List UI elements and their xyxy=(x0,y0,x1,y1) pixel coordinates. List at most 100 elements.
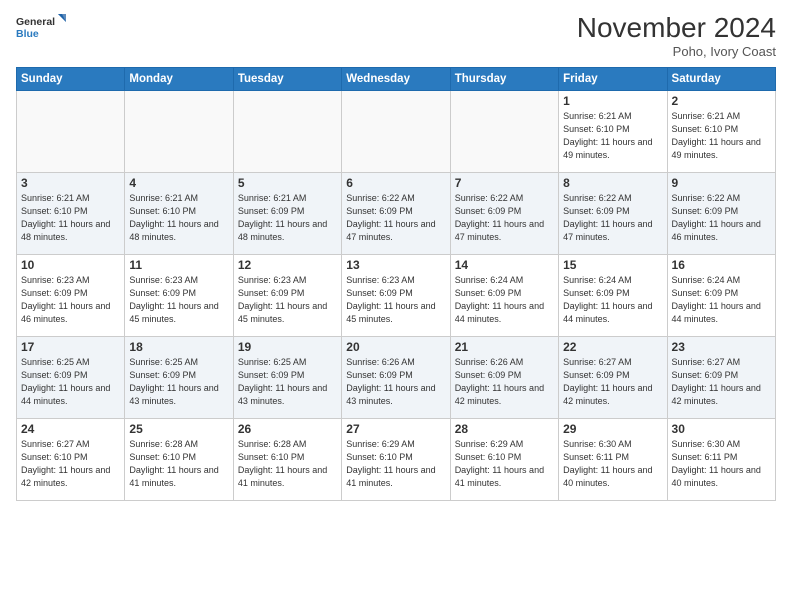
day-number: 22 xyxy=(563,340,662,354)
day-info: Sunrise: 6:22 AM Sunset: 6:09 PM Dayligh… xyxy=(346,192,445,244)
header-sunday: Sunday xyxy=(17,68,125,91)
logo: General Blue xyxy=(16,12,66,44)
table-row: 26 Sunrise: 6:28 AM Sunset: 6:10 PM Dayli… xyxy=(233,419,341,501)
day-number: 12 xyxy=(238,258,337,272)
table-row: 9 Sunrise: 6:22 AM Sunset: 6:09 PM Daylig… xyxy=(667,173,775,255)
day-number: 23 xyxy=(672,340,771,354)
day-info: Sunrise: 6:23 AM Sunset: 6:09 PM Dayligh… xyxy=(21,274,120,326)
day-info: Sunrise: 6:23 AM Sunset: 6:09 PM Dayligh… xyxy=(238,274,337,326)
day-info: Sunrise: 6:21 AM Sunset: 6:09 PM Dayligh… xyxy=(238,192,337,244)
calendar-week-row: 1 Sunrise: 6:21 AM Sunset: 6:10 PM Daylig… xyxy=(17,91,776,173)
table-row: 21 Sunrise: 6:26 AM Sunset: 6:09 PM Dayli… xyxy=(450,337,558,419)
table-row: 13 Sunrise: 6:23 AM Sunset: 6:09 PM Dayli… xyxy=(342,255,450,337)
day-info: Sunrise: 6:27 AM Sunset: 6:10 PM Dayligh… xyxy=(21,438,120,490)
logo-svg: General Blue xyxy=(16,12,66,44)
table-row: 6 Sunrise: 6:22 AM Sunset: 6:09 PM Daylig… xyxy=(342,173,450,255)
table-row xyxy=(125,91,233,173)
day-info: Sunrise: 6:22 AM Sunset: 6:09 PM Dayligh… xyxy=(563,192,662,244)
day-info: Sunrise: 6:23 AM Sunset: 6:09 PM Dayligh… xyxy=(129,274,228,326)
day-number: 20 xyxy=(346,340,445,354)
day-number: 27 xyxy=(346,422,445,436)
day-info: Sunrise: 6:26 AM Sunset: 6:09 PM Dayligh… xyxy=(346,356,445,408)
day-info: Sunrise: 6:25 AM Sunset: 6:09 PM Dayligh… xyxy=(21,356,120,408)
table-row: 23 Sunrise: 6:27 AM Sunset: 6:09 PM Dayli… xyxy=(667,337,775,419)
table-row xyxy=(342,91,450,173)
day-number: 17 xyxy=(21,340,120,354)
header-tuesday: Tuesday xyxy=(233,68,341,91)
day-number: 14 xyxy=(455,258,554,272)
day-number: 29 xyxy=(563,422,662,436)
table-row: 29 Sunrise: 6:30 AM Sunset: 6:11 PM Dayli… xyxy=(559,419,667,501)
day-info: Sunrise: 6:29 AM Sunset: 6:10 PM Dayligh… xyxy=(455,438,554,490)
day-number: 19 xyxy=(238,340,337,354)
table-row: 27 Sunrise: 6:29 AM Sunset: 6:10 PM Dayli… xyxy=(342,419,450,501)
table-row: 1 Sunrise: 6:21 AM Sunset: 6:10 PM Daylig… xyxy=(559,91,667,173)
calendar-table: Sunday Monday Tuesday Wednesday Thursday… xyxy=(16,67,776,501)
day-number: 10 xyxy=(21,258,120,272)
day-number: 24 xyxy=(21,422,120,436)
day-info: Sunrise: 6:28 AM Sunset: 6:10 PM Dayligh… xyxy=(238,438,337,490)
table-row: 18 Sunrise: 6:25 AM Sunset: 6:09 PM Dayli… xyxy=(125,337,233,419)
table-row: 19Sunrise: 6:25 AM Sunset: 6:09 PM Dayli… xyxy=(233,337,341,419)
header-thursday: Thursday xyxy=(450,68,558,91)
table-row: 12 Sunrise: 6:23 AM Sunset: 6:09 PM Dayli… xyxy=(233,255,341,337)
table-row: 25 Sunrise: 6:28 AM Sunset: 6:10 PM Dayli… xyxy=(125,419,233,501)
day-number: 21 xyxy=(455,340,554,354)
table-row: 11 Sunrise: 6:23 AM Sunset: 6:09 PM Dayli… xyxy=(125,255,233,337)
day-info: Sunrise: 6:21 AM Sunset: 6:10 PM Dayligh… xyxy=(672,110,771,162)
header-friday: Friday xyxy=(559,68,667,91)
day-number: 7 xyxy=(455,176,554,190)
table-row: 22Sunrise: 6:27 AM Sunset: 6:09 PM Dayli… xyxy=(559,337,667,419)
day-number: 13 xyxy=(346,258,445,272)
day-number: 11 xyxy=(129,258,228,272)
day-info: Sunrise: 6:26 AM Sunset: 6:09 PM Dayligh… xyxy=(455,356,554,408)
day-number: 16 xyxy=(672,258,771,272)
day-number: 4 xyxy=(129,176,228,190)
table-row: 4 Sunrise: 6:21 AM Sunset: 6:10 PM Daylig… xyxy=(125,173,233,255)
day-info: Sunrise: 6:22 AM Sunset: 6:09 PM Dayligh… xyxy=(672,192,771,244)
table-row: 16Sunrise: 6:24 AM Sunset: 6:09 PM Dayli… xyxy=(667,255,775,337)
table-row: 17 Sunrise: 6:25 AM Sunset: 6:09 PM Dayli… xyxy=(17,337,125,419)
calendar-header-row: Sunday Monday Tuesday Wednesday Thursday… xyxy=(17,68,776,91)
day-info: Sunrise: 6:21 AM Sunset: 6:10 PM Dayligh… xyxy=(563,110,662,162)
table-row xyxy=(450,91,558,173)
svg-text:General: General xyxy=(16,16,55,28)
day-number: 28 xyxy=(455,422,554,436)
calendar-week-row: 17 Sunrise: 6:25 AM Sunset: 6:09 PM Dayli… xyxy=(17,337,776,419)
header-saturday: Saturday xyxy=(667,68,775,91)
day-number: 5 xyxy=(238,176,337,190)
day-number: 25 xyxy=(129,422,228,436)
day-number: 8 xyxy=(563,176,662,190)
header-wednesday: Wednesday xyxy=(342,68,450,91)
day-number: 26 xyxy=(238,422,337,436)
table-row: 24 Sunrise: 6:27 AM Sunset: 6:10 PM Dayli… xyxy=(17,419,125,501)
day-info: Sunrise: 6:22 AM Sunset: 6:09 PM Dayligh… xyxy=(455,192,554,244)
day-number: 9 xyxy=(672,176,771,190)
month-title: November 2024 xyxy=(577,12,776,44)
day-info: Sunrise: 6:25 AM Sunset: 6:09 PM Dayligh… xyxy=(129,356,228,408)
day-info: Sunrise: 6:28 AM Sunset: 6:10 PM Dayligh… xyxy=(129,438,228,490)
table-row: 7 Sunrise: 6:22 AM Sunset: 6:09 PM Daylig… xyxy=(450,173,558,255)
day-number: 6 xyxy=(346,176,445,190)
table-row: 2Sunrise: 6:21 AM Sunset: 6:10 PM Daylig… xyxy=(667,91,775,173)
day-number: 1 xyxy=(563,94,662,108)
day-info: Sunrise: 6:29 AM Sunset: 6:10 PM Dayligh… xyxy=(346,438,445,490)
calendar-week-row: 24 Sunrise: 6:27 AM Sunset: 6:10 PM Dayli… xyxy=(17,419,776,501)
day-info: Sunrise: 6:23 AM Sunset: 6:09 PM Dayligh… xyxy=(346,274,445,326)
calendar-week-row: 10 Sunrise: 6:23 AM Sunset: 6:09 PM Dayli… xyxy=(17,255,776,337)
day-info: Sunrise: 6:21 AM Sunset: 6:10 PM Dayligh… xyxy=(21,192,120,244)
header-monday: Monday xyxy=(125,68,233,91)
page-header: General Blue November 2024 Poho, Ivory C… xyxy=(16,12,776,59)
table-row: 28 Sunrise: 6:29 AM Sunset: 6:10 PM Dayli… xyxy=(450,419,558,501)
day-number: 15 xyxy=(563,258,662,272)
day-info: Sunrise: 6:30 AM Sunset: 6:11 PM Dayligh… xyxy=(563,438,662,490)
title-area: November 2024 Poho, Ivory Coast xyxy=(577,12,776,59)
day-info: Sunrise: 6:27 AM Sunset: 6:09 PM Dayligh… xyxy=(672,356,771,408)
day-number: 18 xyxy=(129,340,228,354)
day-info: Sunrise: 6:21 AM Sunset: 6:10 PM Dayligh… xyxy=(129,192,228,244)
day-info: Sunrise: 6:24 AM Sunset: 6:09 PM Dayligh… xyxy=(563,274,662,326)
table-row: 3Sunrise: 6:21 AM Sunset: 6:10 PM Daylig… xyxy=(17,173,125,255)
table-row: 20 Sunrise: 6:26 AM Sunset: 6:09 PM Dayli… xyxy=(342,337,450,419)
table-row: 14Sunrise: 6:24 AM Sunset: 6:09 PM Dayli… xyxy=(450,255,558,337)
calendar-week-row: 3Sunrise: 6:21 AM Sunset: 6:10 PM Daylig… xyxy=(17,173,776,255)
